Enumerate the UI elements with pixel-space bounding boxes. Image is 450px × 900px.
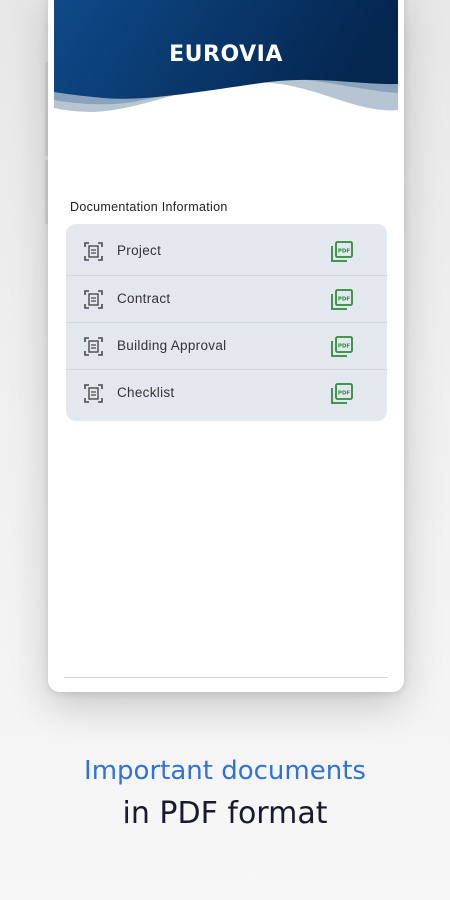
bottom-divider xyxy=(64,677,388,678)
eurovia-logo: EUROVIA xyxy=(169,42,283,67)
tagline-line-2: in PDF format xyxy=(122,796,328,831)
svg-text:PDF: PDF xyxy=(338,249,351,255)
pdf-icon[interactable]: PDF xyxy=(331,335,354,358)
doc-item-label: Checklist xyxy=(117,385,175,400)
tagline-line-1: Important documents xyxy=(84,756,366,786)
svg-text:PDF: PDF xyxy=(338,391,351,397)
svg-text:PDF: PDF xyxy=(338,297,351,303)
document-scan-icon xyxy=(84,290,103,309)
documentation-list: Project PDF Contract PDF Building Approv… xyxy=(66,224,387,421)
phone-screen: EUROVIA Documentation Information Projec… xyxy=(48,0,404,692)
pdf-icon[interactable]: PDF xyxy=(331,288,354,311)
document-scan-icon xyxy=(84,242,103,261)
doc-item-label: Building Approval xyxy=(117,338,227,353)
documentation-section-title: Documentation Information xyxy=(70,200,228,214)
doc-item-building-approval[interactable]: Building Approval PDF xyxy=(66,322,387,370)
doc-item-project[interactable]: Project PDF xyxy=(66,228,387,275)
pdf-icon[interactable]: PDF xyxy=(331,382,354,405)
pdf-icon[interactable]: PDF xyxy=(331,240,354,263)
document-scan-icon xyxy=(84,337,103,356)
app-header: EUROVIA xyxy=(54,0,398,130)
doc-item-label: Project xyxy=(117,243,162,258)
doc-item-contract[interactable]: Contract PDF xyxy=(66,275,387,323)
svg-text:PDF: PDF xyxy=(338,344,351,350)
doc-item-label: Contract xyxy=(117,291,171,306)
document-scan-icon xyxy=(84,384,103,403)
doc-item-checklist[interactable]: Checklist PDF xyxy=(66,369,387,417)
